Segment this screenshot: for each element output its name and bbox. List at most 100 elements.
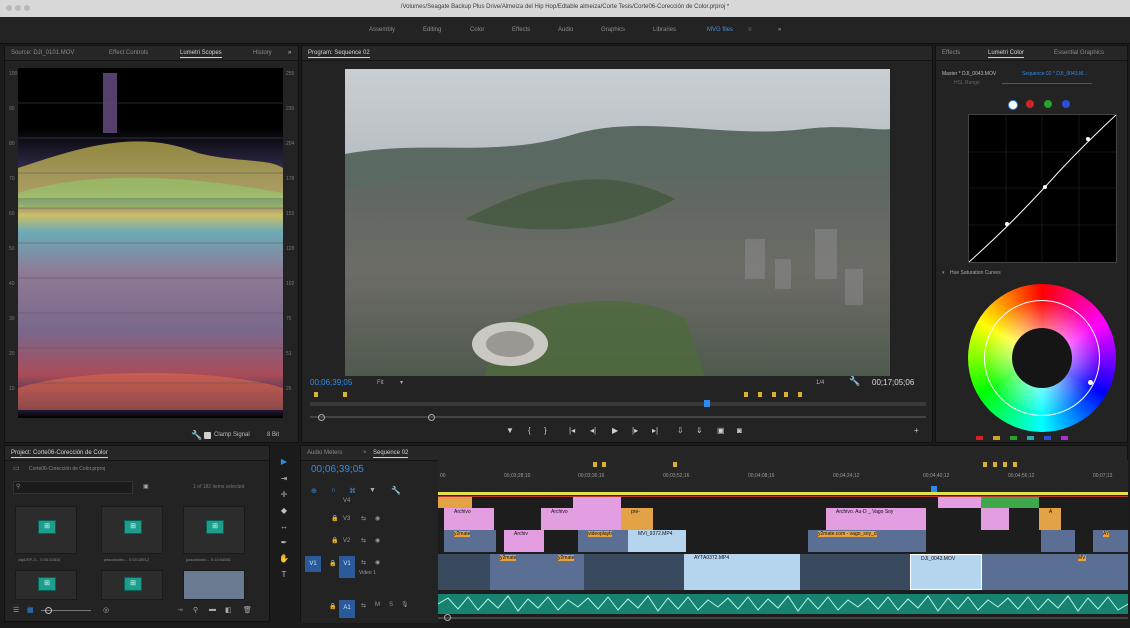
step-back-icon[interactable]: ◂|	[590, 426, 596, 435]
clip-y2mate[interactable]: y2mate	[444, 530, 496, 552]
time-ruler[interactable]: 00 00;03;28;10 00;03;36;16 00;03;52;16 0…	[438, 460, 1128, 496]
clip-y2mate[interactable]: y2mate	[548, 554, 584, 590]
new-bin-icon[interactable]: ▣	[143, 483, 149, 490]
blue-channel-button[interactable]	[1062, 100, 1070, 108]
find-icon[interactable]: ⚲	[193, 606, 198, 614]
new-item-icon[interactable]: ◧	[225, 606, 232, 614]
workspace-menu-icon[interactable]: ≡	[748, 27, 752, 33]
workspace-editing[interactable]: Editing	[423, 27, 441, 33]
type-tool-icon[interactable]: T	[278, 569, 290, 581]
selection-tool-icon[interactable]: ▶	[278, 456, 290, 468]
clip-v1[interactable]	[800, 554, 910, 590]
fit-select[interactable]: Fit	[377, 380, 384, 386]
hue-saturation-wheel[interactable]	[968, 284, 1116, 432]
insert-icon[interactable]: ⇩	[677, 426, 684, 435]
sort-icon[interactable]: ◎	[103, 606, 109, 614]
clip-v4[interactable]	[438, 496, 472, 508]
eye-icon[interactable]: ◉	[375, 537, 380, 544]
fit-dropdown-icon[interactable]: ▾	[400, 379, 403, 386]
overwrite-icon[interactable]: ⇓	[696, 426, 703, 435]
timeline-marker[interactable]	[593, 462, 597, 467]
sync-icon[interactable]: ⇆	[361, 559, 366, 566]
sync-icon[interactable]: ⇆	[361, 515, 366, 522]
add-marker-icon[interactable]: ▼	[506, 426, 514, 435]
clip-pink[interactable]	[981, 508, 1009, 530]
clip-a[interactable]: A	[1039, 508, 1061, 530]
lock-icon[interactable]: 🔒	[329, 603, 336, 610]
mini-timeline-track[interactable]	[310, 402, 926, 406]
project-item[interactable]: ⊞ clipDRF-3... 0:05:10814	[15, 506, 77, 562]
clip-v4[interactable]	[573, 496, 621, 508]
slip-tool-icon[interactable]: ↔	[278, 521, 290, 533]
master-clip-label[interactable]: Master * DJI_0043.MOV	[942, 71, 996, 77]
timeline-marker[interactable]	[1003, 462, 1007, 467]
hue-swatch-green[interactable]	[1010, 436, 1017, 440]
clamp-signal-checkbox[interactable]	[204, 432, 211, 439]
tracks-area[interactable]: Archivo Archivo pre- Archivo. Au-D _ Vag…	[438, 496, 1128, 623]
tab-effects[interactable]: Effects	[942, 50, 960, 56]
camera-icon[interactable]: ◙	[737, 426, 742, 435]
clip-mv[interactable]: MV	[1068, 554, 1128, 590]
track-v1-target[interactable]: V1	[339, 556, 355, 578]
lock-icon[interactable]: 🔒	[331, 515, 338, 522]
mute-icon[interactable]: M	[375, 602, 380, 608]
workspace-color[interactable]: Color	[470, 27, 484, 33]
zoom-slider-handle[interactable]	[45, 607, 52, 614]
timeline-marker[interactable]	[1013, 462, 1017, 467]
zoom-handle-right[interactable]	[428, 414, 435, 421]
play-icon[interactable]: ▶	[612, 426, 618, 435]
scroll-handle-left[interactable]	[444, 614, 451, 621]
red-channel-button[interactable]	[1026, 100, 1034, 108]
clip-ayta[interactable]: AYTA0372.MP4	[684, 554, 800, 590]
mini-playhead[interactable]	[704, 400, 710, 407]
source-v1-patch[interactable]: V1	[305, 556, 321, 572]
sync-icon[interactable]: ⇆	[361, 602, 366, 609]
clip-dji-selected[interactable]: DJI_0043.MOV	[910, 554, 982, 590]
export-frame-icon[interactable]: ▣	[717, 426, 725, 435]
rgb-curve-editor[interactable]	[968, 114, 1117, 263]
panel-overflow-icon[interactable]: »	[288, 50, 291, 56]
settings-wrench-icon[interactable]: 🔧	[849, 376, 860, 387]
workspace-overflow-icon[interactable]: »	[778, 27, 781, 33]
work-area-bar[interactable]	[438, 492, 1128, 495]
tab-essential-graphics[interactable]: Essential Graphics	[1054, 50, 1104, 56]
marker[interactable]	[772, 392, 776, 397]
clip-v1[interactable]	[438, 554, 490, 590]
wheel-control-point[interactable]	[1088, 380, 1093, 385]
go-to-out-icon[interactable]: ▸|	[652, 426, 658, 435]
clip-v1[interactable]	[584, 554, 684, 590]
project-item[interactable]: ⊞	[101, 570, 163, 600]
eye-icon[interactable]: ◉	[375, 559, 380, 566]
clip-ay[interactable]: AY	[1093, 530, 1128, 552]
close-sequence-icon[interactable]: ×	[363, 450, 367, 456]
wrench-icon[interactable]: 🔧	[191, 430, 202, 441]
timeline-marker[interactable]	[602, 462, 606, 467]
mark-in-icon[interactable]: {	[528, 426, 531, 435]
audio-clip-a1[interactable]	[438, 594, 1128, 614]
white-channel-button[interactable]	[1008, 100, 1018, 110]
hsl-range-slider[interactable]	[1002, 83, 1092, 84]
clip-v1[interactable]	[982, 554, 1068, 590]
ripple-edit-tool-icon[interactable]: ✛	[278, 489, 290, 501]
marker[interactable]	[343, 392, 347, 397]
razor-tool-icon[interactable]: ◆	[278, 505, 290, 517]
section-toggle-icon[interactable]: ▾	[942, 270, 945, 276]
marker[interactable]	[744, 392, 748, 397]
tab-lumetri-color[interactable]: Lumetri Color	[988, 50, 1025, 58]
clip-mvi[interactable]: MVI_9372.MP4	[628, 530, 686, 552]
hue-swatch-yellow[interactable]	[993, 436, 1000, 440]
timeline-settings-icon[interactable]: 🔧	[391, 486, 401, 495]
add-marker-timeline-icon[interactable]: ▼	[369, 487, 376, 494]
clip-thumb[interactable]	[1041, 530, 1075, 552]
new-bin-footer-icon[interactable]: ▬	[209, 606, 216, 613]
clip-archiv[interactable]: Archiv	[504, 530, 544, 552]
hue-swatch-red[interactable]	[976, 436, 983, 440]
timeline-timecode[interactable]: 00;06;39;05	[311, 464, 364, 475]
marker[interactable]	[314, 392, 318, 397]
solo-icon[interactable]: S	[389, 602, 393, 608]
pen-tool-icon[interactable]: ✒	[278, 537, 290, 549]
workspace-assembly[interactable]: Assembly	[369, 27, 395, 33]
tab-sequence[interactable]: Sequence 02	[373, 450, 409, 458]
eye-icon[interactable]: ◉	[375, 515, 380, 522]
trash-icon[interactable]: 🗑	[243, 606, 252, 614]
